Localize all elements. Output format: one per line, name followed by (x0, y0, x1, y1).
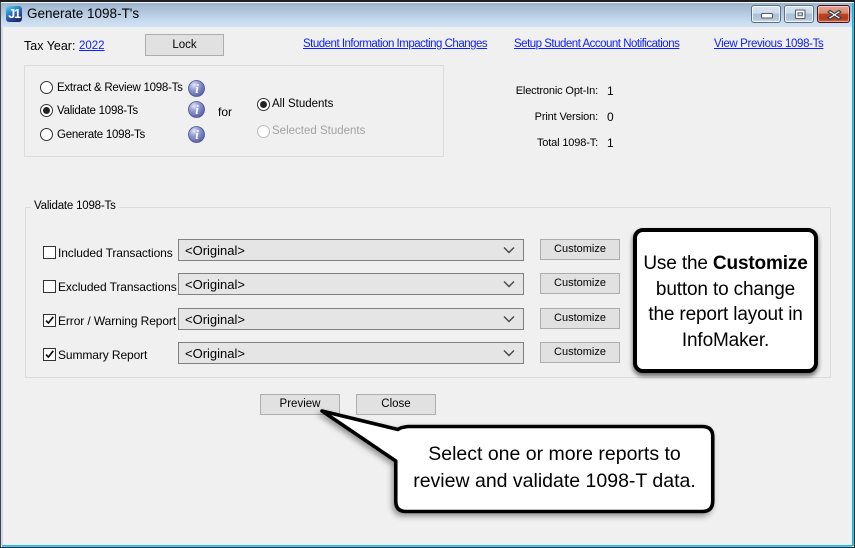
svg-text:i: i (195, 127, 199, 142)
svg-text:i: i (195, 102, 199, 117)
svg-text:i: i (195, 81, 199, 96)
